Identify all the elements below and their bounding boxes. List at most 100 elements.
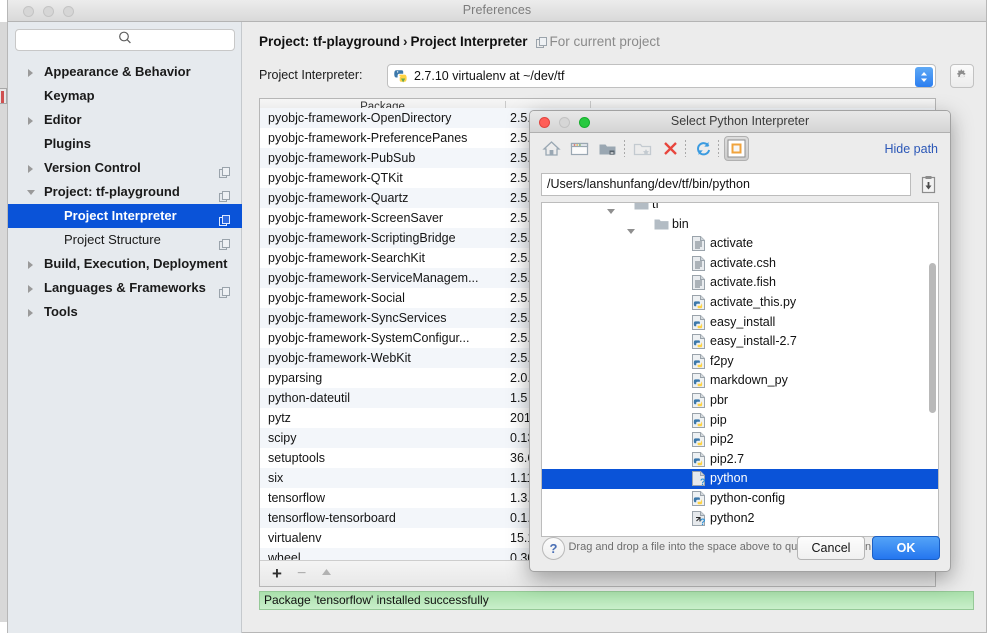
add-package-button[interactable]: + xyxy=(272,565,282,583)
sidebar-item-build-execution-deployment[interactable]: Build, Execution, Deployment xyxy=(8,252,242,276)
file-tree-node-label: bin xyxy=(672,216,689,231)
ok-button[interactable]: OK xyxy=(872,536,940,560)
package-name: pyobjc-framework-Social xyxy=(268,291,405,305)
toolbar-separator-3 xyxy=(718,140,719,157)
sidebar-item-editor[interactable]: Editor xyxy=(8,108,242,132)
window-titlebar[interactable]: Preferences xyxy=(8,0,986,22)
hide-path-link[interactable]: Hide path xyxy=(884,142,938,156)
chevron-down-icon[interactable] xyxy=(26,180,40,204)
select-python-interpreter-dialog: Select Python Interpreter Hide path /Use… xyxy=(529,110,951,572)
breadcrumb-scope-hint: For current project xyxy=(549,34,660,49)
dialog-footer: ? Cancel OK xyxy=(530,529,950,571)
copy-scope-icon xyxy=(535,36,547,51)
file-tree-node[interactable]: ? python xyxy=(542,469,938,489)
file-tree-node[interactable]: activate_this.py xyxy=(542,293,938,313)
sidebar-item-label: Tools xyxy=(44,304,78,319)
breadcrumb-part-1[interactable]: Project: tf-playground xyxy=(259,34,400,49)
sidebar-item-languages-frameworks[interactable]: Languages & Frameworks xyxy=(8,276,242,300)
package-name: python-dateutil xyxy=(268,391,351,405)
file-tree-node-label: pbr xyxy=(710,392,729,407)
project-interpreter-label: Project Interpreter: xyxy=(259,68,363,82)
file-tree-node[interactable]: activate.csh xyxy=(542,254,938,274)
screen: Preferences Appearance & Behavior Keymap E… xyxy=(0,0,987,639)
sidebar-item-project-interpreter[interactable]: Project Interpreter xyxy=(8,204,242,228)
file-tree-scrollbar[interactable] xyxy=(929,263,936,413)
chevron-right-icon[interactable] xyxy=(26,156,40,180)
help-button[interactable]: ? xyxy=(542,537,565,560)
upgrade-triangle-icon[interactable] xyxy=(320,565,333,583)
sidebar-item-keymap[interactable]: Keymap xyxy=(8,84,242,108)
remove-package-button[interactable]: − xyxy=(297,565,306,583)
chevron-right-icon[interactable] xyxy=(26,276,40,300)
chevron-right-icon[interactable] xyxy=(26,108,40,132)
file-tree-node[interactable]: activate xyxy=(542,234,938,254)
file-tree-node[interactable]: pip xyxy=(542,411,938,431)
package-name: pyobjc-framework-WebKit xyxy=(268,351,411,365)
file-tree-node[interactable]: pbr xyxy=(542,391,938,411)
package-version: 1.5 xyxy=(510,391,528,405)
package-name: pytz xyxy=(268,411,291,425)
project-folder-icon[interactable] xyxy=(597,138,618,159)
sidebar-item-tools[interactable]: Tools xyxy=(8,300,242,324)
file-tree-node-label: easy_install-2.7 xyxy=(710,334,797,349)
show-hidden-icon[interactable] xyxy=(724,136,749,161)
toolbar-separator-2 xyxy=(685,140,686,157)
file-tree-node[interactable]: tf xyxy=(542,203,938,215)
file-tree-node[interactable]: f2py xyxy=(542,352,938,372)
file-tree-node[interactable]: activate.fish xyxy=(542,273,938,293)
refresh-icon[interactable] xyxy=(693,138,714,159)
project-interpreter-row: Project Interpreter: 2.7.10 virtualenv a… xyxy=(259,64,974,88)
sidebar-item-label: Build, Execution, Deployment xyxy=(44,256,228,271)
file-tree-node[interactable]: easy_install xyxy=(542,313,938,333)
dialog-toolbar: Hide path xyxy=(530,133,950,164)
file-tree-node[interactable]: pip2.7 xyxy=(542,450,938,470)
chevron-right-icon[interactable] xyxy=(26,252,40,276)
sidebar-item-label: Plugins xyxy=(44,136,91,151)
file-tree-node-label: pip2.7 xyxy=(710,451,745,466)
file-tree[interactable]: tf bin activate activate.csh activate.fish ac… xyxy=(541,202,939,537)
interpreter-path-input[interactable]: /Users/lanshunfang/dev/tf/bin/python xyxy=(541,173,911,196)
home-icon[interactable] xyxy=(541,138,562,159)
settings-sidebar: Appearance & Behavior Keymap Editor Plugins… xyxy=(8,22,242,633)
gear-icon xyxy=(955,69,969,88)
sidebar-item-project-structure[interactable]: Project Structure xyxy=(8,228,242,252)
chevron-right-icon[interactable] xyxy=(26,300,40,324)
package-name: pyobjc-framework-SearchKit xyxy=(268,251,425,265)
sidebar-item-label: Version Control xyxy=(44,160,141,175)
file-tree-node[interactable]: pip2 xyxy=(542,430,938,450)
sidebar-item-appearance-behavior[interactable]: Appearance & Behavior xyxy=(8,60,242,84)
toolbar-separator-1 xyxy=(624,140,625,157)
svg-text:?: ? xyxy=(700,477,706,486)
file-tree-node[interactable]: markdown_py xyxy=(542,371,938,391)
chevron-right-icon[interactable] xyxy=(26,60,40,84)
package-name: pyparsing xyxy=(268,371,323,385)
file-tree-node[interactable]: ? python2 xyxy=(542,509,938,529)
cancel-button[interactable]: Cancel xyxy=(797,536,865,560)
breadcrumb: Project: tf-playground › Project Interpret… xyxy=(259,34,660,51)
stepper-updown-icon[interactable] xyxy=(915,67,933,87)
file-tree-node-label: activate xyxy=(710,236,754,251)
paste-icon[interactable] xyxy=(918,174,939,195)
delete-icon[interactable] xyxy=(660,138,681,159)
dialog-titlebar[interactable]: Select Python Interpreter xyxy=(530,111,950,133)
file-tree-node[interactable]: python-config xyxy=(542,489,938,509)
package-name: scipy xyxy=(268,431,297,445)
project-interpreter-select[interactable]: 2.7.10 virtualenv at ~/dev/tf xyxy=(387,64,936,88)
new-folder-icon[interactable] xyxy=(632,138,653,159)
sidebar-item-version-control[interactable]: Version Control xyxy=(8,156,242,180)
sidebar-item-label: Languages & Frameworks xyxy=(44,280,206,295)
interpreter-path-value: /Users/lanshunfang/dev/tf/bin/python xyxy=(547,177,750,191)
package-name: pyobjc-framework-OpenDirectory xyxy=(268,111,452,125)
package-name: wheel xyxy=(268,551,301,560)
desktop-icon[interactable] xyxy=(569,138,590,159)
package-name: pyobjc-framework-PubSub xyxy=(268,151,416,165)
search-input[interactable] xyxy=(15,29,235,51)
file-tree-node[interactable]: easy_install-2.7 xyxy=(542,332,938,352)
package-name: tensorflow xyxy=(268,491,325,505)
sidebar-item-plugins[interactable]: Plugins xyxy=(8,132,242,156)
file-tree-node-label: f2py xyxy=(710,353,734,368)
file-tree-node[interactable]: bin xyxy=(542,215,938,235)
interpreter-settings-button[interactable] xyxy=(950,64,974,88)
symlink-icon: ? xyxy=(692,510,706,532)
sidebar-item-project-tf-playground[interactable]: Project: tf-playground xyxy=(8,180,242,204)
